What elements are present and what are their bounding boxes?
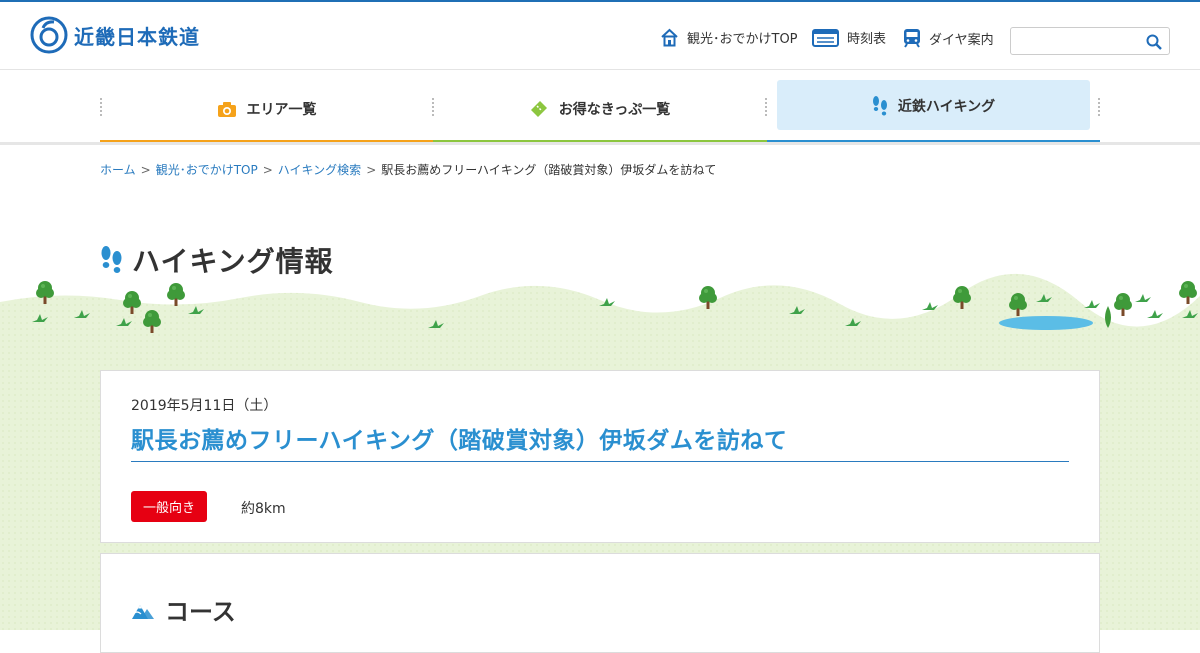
hiking-date: 2019年5月11日（土） bbox=[131, 398, 278, 414]
level-badge: 一般向き bbox=[131, 491, 207, 522]
home-icon bbox=[661, 28, 678, 47]
breadcrumb: ホーム > 観光･おでかけTOP > ハイキング検索 > 駅長お薦めフリーハイキ… bbox=[100, 161, 716, 178]
nav-train-info-label: ダイヤ案内 bbox=[929, 32, 994, 48]
breadcrumb-separator: > bbox=[262, 162, 273, 177]
train-icon bbox=[904, 29, 920, 48]
camera-icon bbox=[217, 101, 236, 117]
nav-sightseeing-top-label: 観光･おでかけTOP bbox=[687, 32, 798, 47]
search-icon[interactable] bbox=[1145, 33, 1163, 51]
nav-divider bbox=[1098, 98, 1100, 116]
course-heading: コース bbox=[131, 592, 236, 627]
nav-sightseeing-top[interactable]: 観光･おでかけTOP bbox=[660, 28, 798, 47]
page-title-text: ハイキング情報 bbox=[132, 245, 334, 278]
breadcrumb-separator: > bbox=[140, 162, 151, 177]
nav-timetable-label: 時刻表 bbox=[847, 32, 887, 47]
main-nav: エリア一覧 お得なきっぷ一覧 近鉄ハイキング bbox=[100, 78, 1100, 144]
hiking-title: 駅長お薦めフリーハイキング（踏破賞対象）伊坂ダムを訪ねて bbox=[131, 421, 1069, 462]
course-card: コース bbox=[100, 553, 1100, 653]
nav-tab-hiking-label: 近鉄ハイキング bbox=[897, 99, 996, 115]
nav-tab-area-list[interactable]: エリア一覧 bbox=[100, 78, 433, 140]
nav-timetable[interactable]: 時刻表 bbox=[812, 28, 886, 47]
nav-train-info[interactable]: ダイヤ案内 bbox=[903, 28, 994, 48]
footprints-icon bbox=[101, 246, 122, 273]
nav-tab-tickets-label: お得なきっぷ一覧 bbox=[558, 102, 671, 118]
site-header: 近畿日本鉄道 観光･おでかけTOP 時刻表 ダイヤ案内 bbox=[0, 2, 1200, 70]
breadcrumb-home[interactable]: ホーム bbox=[100, 161, 136, 178]
hiking-summary-card: 2019年5月11日（土） 駅長お薦めフリーハイキング（踏破賞対象）伊坂ダムを訪… bbox=[100, 370, 1100, 543]
nav-tab-hiking[interactable]: 近鉄ハイキング bbox=[777, 80, 1090, 132]
ticket-icon bbox=[530, 101, 547, 117]
page-title: ハイキング情報 bbox=[100, 240, 334, 280]
hiking-distance: 約8km bbox=[241, 501, 286, 517]
logo-text: 近畿日本鉄道 bbox=[74, 24, 200, 49]
nav-tab-area-list-label: エリア一覧 bbox=[246, 102, 317, 118]
nav-bottom-rule bbox=[0, 142, 1200, 145]
footprints-icon bbox=[872, 96, 887, 116]
site-logo[interactable]: 近畿日本鉄道 bbox=[30, 16, 200, 54]
breadcrumb-current: 駅長お薦めフリーハイキング（踏破賞対象）伊坂ダムを訪ねて bbox=[381, 163, 717, 177]
breadcrumb-hiking-search[interactable]: ハイキング検索 bbox=[278, 161, 361, 178]
course-heading-text: コース bbox=[165, 598, 236, 626]
timetable-icon bbox=[812, 28, 839, 47]
search-box bbox=[1010, 27, 1170, 55]
mountain-icon bbox=[132, 604, 154, 619]
breadcrumb-separator: > bbox=[366, 162, 377, 177]
search-input[interactable] bbox=[1017, 28, 1145, 54]
breadcrumb-sightseeing-top[interactable]: 観光･おでかけTOP bbox=[156, 161, 258, 178]
nav-tab-tickets[interactable]: お得なきっぷ一覧 bbox=[433, 78, 766, 140]
kintetsu-logo-icon bbox=[30, 16, 68, 54]
